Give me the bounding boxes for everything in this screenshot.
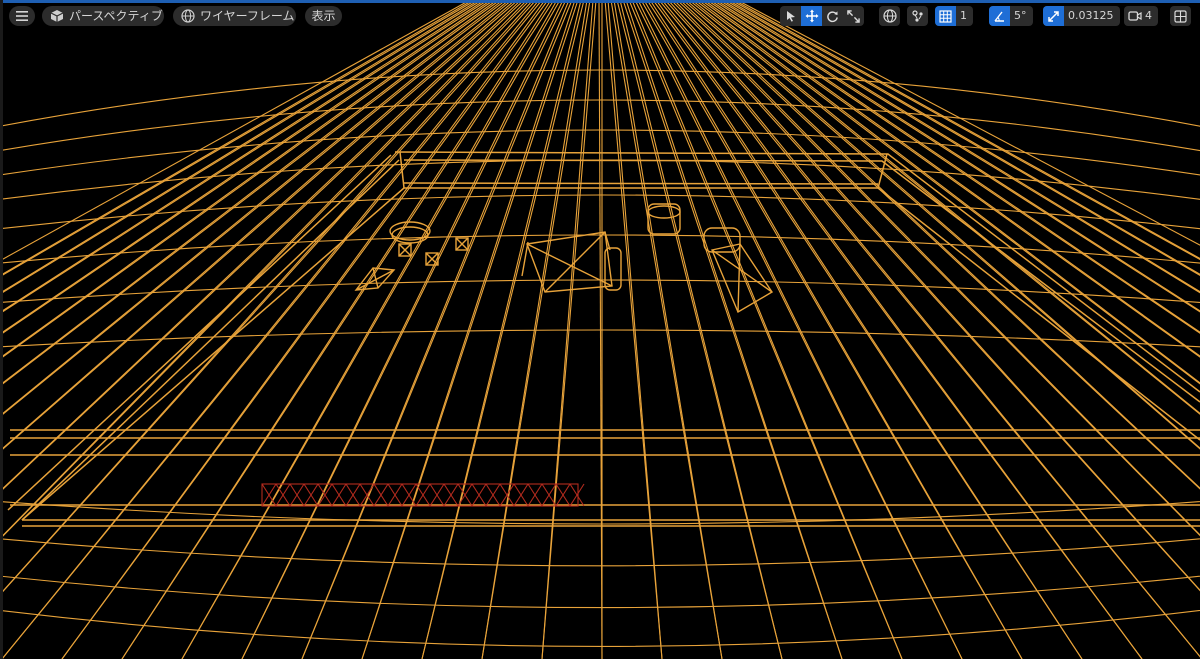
translate-icon [805,9,818,23]
camera-icon [1127,11,1142,21]
grid-icon [939,9,952,23]
view-mode-label: ワイヤーフレーム [200,9,295,23]
grid-snap-group: 1 [935,6,973,26]
camera-speed-value: 4 [1145,9,1152,22]
rotate-icon [827,10,838,22]
viewport-left-edge [0,0,3,659]
viewport-wireframe[interactable] [0,0,1200,659]
viewport-menu-button[interactable] [9,6,35,26]
rotate-tool-button[interactable] [822,6,843,26]
select-icon [786,11,795,22]
layout-grid-icon [1174,9,1187,23]
scale-snap-icon [1048,10,1059,22]
scale-icon [847,9,860,23]
scale-snap-value[interactable]: 0.03125 [1064,6,1120,26]
perspective-button[interactable]: パースペクティブ [42,6,164,26]
globe-wireframe-icon [181,9,195,23]
surface-snap-button[interactable] [907,6,928,26]
rotation-snap-toggle[interactable] [989,6,1010,26]
angle-icon [994,11,1004,22]
scale-snap-toggle[interactable] [1043,6,1064,26]
sky-dome-wireframe [0,0,1200,659]
rotation-snap-group: 5° [989,6,1033,26]
rotation-snap-value[interactable]: 5° [1010,6,1033,26]
selected-fence-wireframe [261,483,585,507]
select-tool-button[interactable] [780,6,801,26]
show-label: 表示 [311,9,336,23]
view-mode-button[interactable]: ワイヤーフレーム [173,6,296,26]
surface-snap-icon [911,10,923,22]
scale-snap-group: 0.03125 [1043,6,1120,26]
translate-tool-button[interactable] [801,6,822,26]
transform-tools-group [780,6,864,26]
scale-tool-button[interactable] [843,6,864,26]
grid-snap-value[interactable]: 1 [956,6,973,26]
world-globe-icon [882,9,897,23]
perspective-label: パースペクティブ [69,9,163,23]
cube-icon [50,10,64,22]
wireframe-scene [0,0,1200,659]
hamburger-icon [16,11,28,21]
camera-speed-group[interactable]: 4 [1124,6,1158,26]
coord-system-button[interactable] [879,6,900,26]
viewport-layout-button[interactable] [1170,6,1191,26]
viewport-focus-border [0,0,1200,3]
show-menu-button[interactable]: 表示 [305,6,342,26]
grid-snap-toggle[interactable] [935,6,956,26]
